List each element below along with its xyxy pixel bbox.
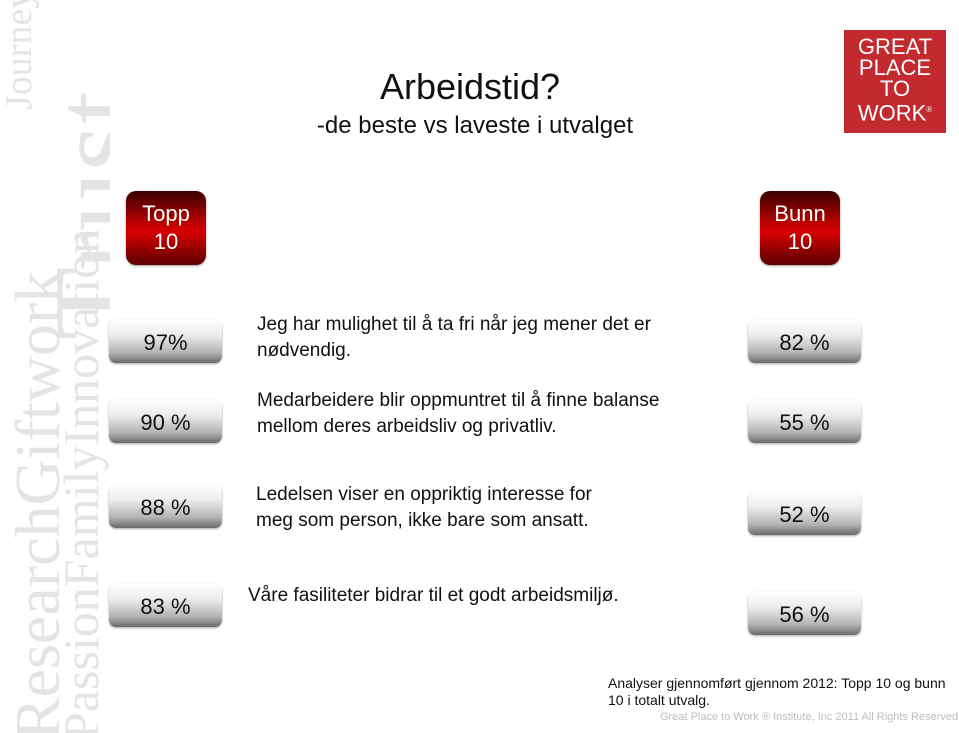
top-10-header: Topp 10 <box>126 191 206 265</box>
logo-line: PLACE <box>858 55 932 80</box>
analysis-footnote: Analyser gjennomført gjennom 2012: Topp … <box>608 675 946 708</box>
page-subtitle: -de beste vs laveste i utvalget <box>316 112 634 139</box>
top-score-badge: 97% <box>109 320 222 363</box>
bottom-score-badge: 82 % <box>748 320 861 363</box>
copyright-notice: Great Place to Work ® Institute, Inc 201… <box>660 711 959 723</box>
bottom-score-badge: 52 % <box>748 492 861 535</box>
bottom-header-count: 10 <box>787 229 813 254</box>
top-header-label: Topp <box>142 201 190 226</box>
top-score-badge: 90 % <box>109 400 222 443</box>
statement-text: Våre fasiliteter bidrar til et godt arbe… <box>248 585 619 606</box>
top-score-badge: 83 % <box>109 584 222 627</box>
top-score-badge: 88 % <box>109 485 222 528</box>
statement-text: Jeg har mulighet til å ta fri når jeg me… <box>257 314 651 361</box>
page-title: Arbeidstid? <box>379 66 561 107</box>
bottom-score-badge: 55 % <box>748 400 861 443</box>
background-watermark: ResearchGiftwork PassionFamilyInnovation… <box>0 0 110 733</box>
logo-line: GREAT <box>857 34 933 59</box>
bottom-score-badge: 56 % <box>748 592 861 635</box>
great-place-to-work-logo: GREAT PLACE TO WORK® <box>844 30 946 133</box>
logo-line: TO <box>879 76 911 101</box>
statement-text: Medarbeidere blir oppmuntret til å finne… <box>257 390 660 437</box>
watermark-word: Trust <box>29 90 110 340</box>
logo-line-text: WORK <box>857 100 927 126</box>
bottom-10-header: Bunn 10 <box>760 191 840 265</box>
bottom-header-label: Bunn <box>774 201 826 226</box>
statement-text: Ledelsen viser en oppriktig interesse fo… <box>256 484 592 531</box>
logo-line: WORK® <box>844 99 946 126</box>
registered-mark-icon: ® <box>926 105 933 114</box>
top-header-count: 10 <box>153 229 179 254</box>
